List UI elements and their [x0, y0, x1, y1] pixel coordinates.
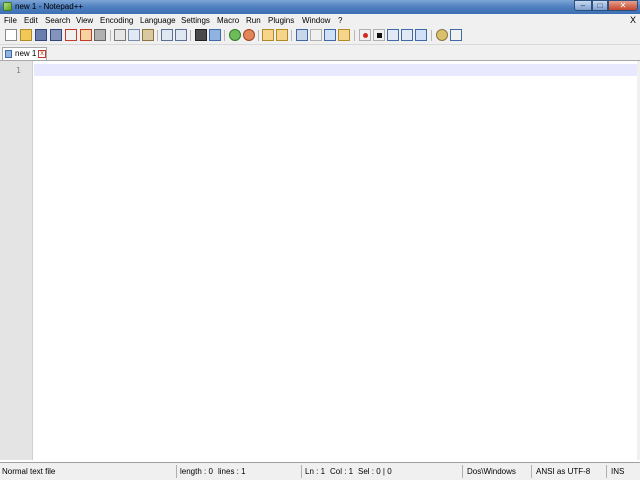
toolbar-separator — [258, 30, 259, 41]
zoom-out-icon[interactable] — [243, 29, 255, 41]
find-icon[interactable] — [195, 29, 207, 41]
tab-close-icon[interactable]: x — [38, 50, 46, 58]
save-icon[interactable] — [35, 29, 47, 41]
window-controls: – □ ✕ — [574, 0, 638, 11]
word-wrap-icon[interactable] — [296, 29, 308, 41]
menu-search[interactable]: Search — [45, 16, 70, 25]
menu-window[interactable]: Window — [302, 16, 330, 25]
toolbar-separator — [190, 30, 191, 41]
run-macro-multiple-icon[interactable] — [401, 29, 413, 41]
print-icon[interactable] — [94, 29, 106, 41]
close-all-icon[interactable] — [80, 29, 92, 41]
status-separator — [301, 465, 302, 478]
status-bar: Normal text file length : 0 lines : 1 Ln… — [0, 462, 640, 480]
close-icon[interactable] — [65, 29, 77, 41]
status-sel: Sel : 0 | 0 — [358, 467, 392, 476]
toolbar — [0, 27, 640, 45]
toolbar-separator — [354, 30, 355, 41]
replace-icon[interactable] — [209, 29, 221, 41]
stop-record-icon[interactable] — [373, 29, 385, 41]
menu-file[interactable]: File — [4, 16, 17, 25]
redo-icon[interactable] — [175, 29, 187, 41]
status-encoding: ANSI as UTF-8 — [536, 467, 591, 476]
toolbar-separator — [431, 30, 432, 41]
record-macro-icon[interactable] — [359, 29, 371, 41]
minimize-button[interactable]: – — [574, 0, 592, 11]
user-language-icon[interactable] — [338, 29, 350, 41]
status-file-type: Normal text file — [2, 467, 56, 476]
new-file-icon[interactable] — [5, 29, 17, 41]
indent-guide-icon[interactable] — [324, 29, 336, 41]
paste-icon[interactable] — [142, 29, 154, 41]
current-line-highlight — [34, 64, 637, 76]
menu-view[interactable]: View — [76, 16, 93, 25]
toolbar-separator — [110, 30, 111, 41]
status-separator — [176, 465, 177, 478]
close-document-x[interactable]: X — [630, 15, 636, 25]
menu-run[interactable]: Run — [246, 16, 261, 25]
text-editor[interactable] — [34, 61, 640, 460]
menu-language[interactable]: Language — [140, 16, 176, 25]
menu-settings[interactable]: Settings — [181, 16, 210, 25]
status-col: Col : 1 — [330, 467, 354, 476]
copy-icon[interactable] — [128, 29, 140, 41]
cut-icon[interactable] — [114, 29, 126, 41]
menu-plugins[interactable]: Plugins — [268, 16, 294, 25]
menu-help[interactable]: ? — [338, 16, 342, 25]
toolbar-separator — [224, 30, 225, 41]
tab-new-1[interactable]: new 1 x — [2, 47, 47, 60]
play-macro-icon[interactable] — [387, 29, 399, 41]
tab-label: new 1 — [15, 49, 37, 58]
status-separator — [462, 465, 463, 478]
menu-encoding[interactable]: Encoding — [100, 16, 133, 25]
status-length: length : 0 — [180, 467, 213, 476]
notepadpp-app-icon[interactable] — [3, 2, 12, 11]
close-window-button[interactable]: ✕ — [608, 0, 638, 11]
line-number-gutter: 1 — [0, 61, 33, 460]
open-file-icon[interactable] — [20, 29, 32, 41]
status-separator — [531, 465, 532, 478]
maximize-button[interactable]: □ — [592, 0, 608, 11]
file-icon — [5, 50, 12, 58]
sync-horizontal-icon[interactable] — [276, 29, 288, 41]
spell-check-icon[interactable] — [450, 29, 462, 41]
toolbar-separator — [291, 30, 292, 41]
tab-bar: new 1 x — [0, 45, 640, 61]
menu-edit[interactable]: Edit — [24, 16, 38, 25]
toolbar-separator — [157, 30, 158, 41]
menu-bar: File Edit Search View Encoding Language … — [0, 14, 640, 27]
window-title: new 1 - Notepad++ — [15, 2, 84, 11]
status-eol: Dos\Windows — [467, 467, 516, 476]
save-all-icon[interactable] — [50, 29, 62, 41]
zoom-in-icon[interactable] — [229, 29, 241, 41]
show-all-chars-icon[interactable] — [310, 29, 322, 41]
undo-icon[interactable] — [161, 29, 173, 41]
line-number: 1 — [16, 66, 21, 75]
title-bar: new 1 - Notepad++ – □ ✕ — [0, 0, 640, 14]
monitoring-icon[interactable] — [436, 29, 448, 41]
menu-macro[interactable]: Macro — [217, 16, 239, 25]
save-macro-icon[interactable] — [415, 29, 427, 41]
sync-vertical-icon[interactable] — [262, 29, 274, 41]
status-insert-mode: INS — [611, 467, 625, 476]
status-ln: Ln : 1 — [305, 467, 326, 476]
status-separator — [606, 465, 607, 478]
status-lines: lines : 1 — [218, 467, 246, 476]
